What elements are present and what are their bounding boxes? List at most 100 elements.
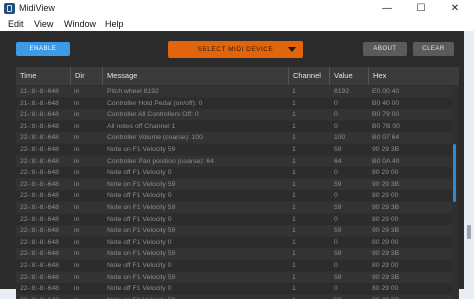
cell-dir: in	[74, 250, 80, 258]
column-header-value[interactable]: Value	[329, 67, 368, 85]
cell-value: 8192	[334, 88, 350, 95]
cell-dir: in	[74, 215, 80, 223]
table-row[interactable]: 21-:8:-8:-648 in Pitch wheel 8192 1 8192 E0 0…	[16, 86, 452, 97]
cell-time: 22-:8:-8:-648	[20, 295, 70, 299]
cell-message: Note off F1 Velocity 0	[107, 192, 172, 200]
cell-message: Note on F1 Velocity 59	[107, 295, 287, 299]
column-header-channel[interactable]: Channel	[288, 67, 329, 85]
cell-hex: 90 29 3B	[372, 250, 400, 258]
table-row[interactable]: 22-:8:-8:-648 in Note off F1 Velocity 0 1 0 8…	[16, 260, 452, 271]
cell-channel: 1	[292, 273, 296, 281]
cell-value: 64	[334, 157, 342, 165]
cell-channel: 1	[292, 295, 328, 299]
cell-time: 22-:8:-8:-648	[20, 215, 59, 223]
table-row[interactable]: 22-:8:-8:-648 in Note on F1 Velocity 59 1 59…	[16, 225, 452, 237]
scrollbar-thumb[interactable]	[453, 144, 456, 202]
cell-hex: 90 29 3B	[372, 295, 432, 299]
table-row[interactable]: 22-:8:-8:-648 in Note on F1 Velocity 59 1 59…	[16, 202, 452, 213]
cell-time: 22-:8:-8:-648	[20, 204, 59, 211]
select-midi-device-button[interactable]: SELECT MIDI DEVICE	[168, 41, 303, 58]
cell-hex: 80 29 00	[372, 169, 399, 177]
cell-value: 59	[334, 180, 342, 188]
menu-window[interactable]: Window	[64, 19, 96, 29]
table-row[interactable]: 21-:8:-8:-648 in Controller Hold Pedal (on…	[16, 97, 452, 109]
cell-time: 21-:8:-8:-648	[20, 111, 59, 119]
table-row[interactable]: 22-:8:-8:-648 in Note off F1 Velocity 0 1 0 8…	[16, 213, 452, 225]
cell-value: 0	[334, 111, 338, 119]
cell-time: 22-:8:-8:-648	[20, 134, 59, 142]
cell-channel: 1	[292, 227, 296, 235]
cell-time: 21-:8:-8:-648	[20, 122, 59, 130]
close-icon[interactable]: ✕	[438, 0, 472, 18]
menu-help[interactable]: Help	[105, 19, 124, 29]
cell-channel: 1	[292, 180, 296, 188]
cell-channel: 1	[292, 146, 296, 153]
cell-value: 0	[334, 238, 338, 246]
table-row[interactable]: 22-:8:-8:-648 in Note off F1 Velocity 0 1 0 8…	[16, 283, 452, 295]
maximize-icon[interactable]: ☐	[404, 0, 438, 18]
cell-value: 59	[334, 227, 342, 235]
cell-message: All notes off Channel 1	[107, 122, 176, 130]
cell-value: 59	[334, 250, 342, 258]
cell-channel: 1	[292, 192, 296, 200]
cell-dir: in	[74, 88, 80, 95]
cell-hex: 90 29 3B	[372, 204, 400, 211]
menu-edit[interactable]: Edit	[8, 19, 24, 29]
cell-time: 21-:8:-8:-648	[20, 88, 59, 95]
clear-button[interactable]: CLEAR	[413, 42, 454, 56]
cell-channel: 1	[292, 238, 296, 246]
column-header-message[interactable]: Message	[102, 67, 288, 85]
column-header-hex[interactable]: Hex	[368, 67, 452, 85]
table-row[interactable]: 22-:8:-8:-648 in Note on F1 Velocity 59 1 59…	[16, 144, 452, 155]
cell-message: Note on F1 Velocity 59	[107, 180, 176, 188]
cell-value: 59	[334, 295, 370, 299]
cell-channel: 1	[292, 157, 296, 165]
table-row[interactable]: 21-:8:-8:-648 in Controller All Controller…	[16, 109, 452, 121]
about-button[interactable]: ABOUT	[363, 42, 407, 56]
cell-channel: 1	[292, 285, 296, 293]
cell-hex: B0 79 00	[372, 111, 400, 119]
cell-time: 22-:8:-8:-648	[20, 285, 59, 293]
table-row[interactable]: 22-:8:-8:-648 in Controller Pan position (…	[16, 155, 452, 167]
cell-channel: 1	[292, 215, 296, 223]
cell-hex: E0 00 40	[372, 88, 400, 95]
cell-hex: 80 29 00	[372, 285, 399, 293]
cell-time: 22-:8:-8:-648	[20, 262, 59, 269]
cell-hex: 90 29 3B	[372, 146, 400, 153]
enable-button[interactable]: ENABLE	[16, 42, 70, 56]
table-row[interactable]: 22-:8:-8:-648 in Controller Volume (coarse…	[16, 132, 452, 144]
cell-message: Note off F1 Velocity 0	[107, 215, 172, 223]
cell-message: Note off F1 Velocity 0	[107, 285, 172, 293]
table-row[interactable]: 22-:8:-8:-648 in Note on F1 Velocity 59 1 59…	[16, 248, 452, 260]
table-row[interactable]: 22-:8:-8:-648 in Note off F1 Velocity 0 1 0 8…	[16, 236, 452, 248]
cell-channel: 1	[292, 250, 296, 258]
table-row[interactable]: 22-:8:-8:-648 in Note on F1 Velocity 59 1 59…	[16, 271, 452, 283]
cell-value: 59	[334, 146, 342, 153]
cell-value: 0	[334, 192, 338, 200]
table-row[interactable]: 21-:8:-8:-648 in All notes off Channel 1 1 0…	[16, 120, 452, 132]
column-header-dir[interactable]: Dir	[70, 67, 102, 85]
menu-view[interactable]: View	[34, 19, 53, 29]
select-midi-device-label: SELECT MIDI DEVICE	[197, 46, 274, 53]
cell-message: Pitch wheel 8192	[107, 88, 159, 95]
table-row[interactable]: 22-:8:-8:-648 in Note on F1 Velocity 59 1 59…	[16, 178, 452, 190]
cell-hex: 80 29 00	[372, 192, 399, 200]
cell-hex: B0 07 64	[372, 134, 400, 142]
column-header-time[interactable]: Time	[16, 67, 70, 85]
cell-message: Note on F1 Velocity 59	[107, 250, 176, 258]
cell-time: 22-:8:-8:-648	[20, 273, 59, 281]
table-row[interactable]: 22-:8:-8:-648 in Note off F1 Velocity 0 1 0 8…	[16, 167, 452, 179]
cell-channel: 1	[292, 262, 296, 269]
background-window-scrollbar	[467, 225, 471, 239]
minimize-icon[interactable]: —	[370, 0, 404, 18]
cell-value: 0	[334, 99, 338, 107]
midi-message-table[interactable]: Time Dir Message Channel Value Hex 21-:8…	[16, 67, 459, 299]
cell-time: 22-:8:-8:-648	[20, 146, 59, 153]
table-row[interactable]: 22-:8:-8:-648 in Note off F1 Velocity 0 1 0 8…	[16, 190, 452, 202]
table-header: Time Dir Message Channel Value Hex	[16, 67, 459, 85]
table-row[interactable]: 22-:8:-8:-648 in Note on F1 Velocity 59 1 59…	[16, 294, 452, 299]
cell-value: 59	[334, 204, 342, 211]
cell-channel: 1	[292, 134, 296, 142]
cell-value: 100	[334, 134, 346, 142]
cell-time: 22-:8:-8:-648	[20, 227, 59, 235]
